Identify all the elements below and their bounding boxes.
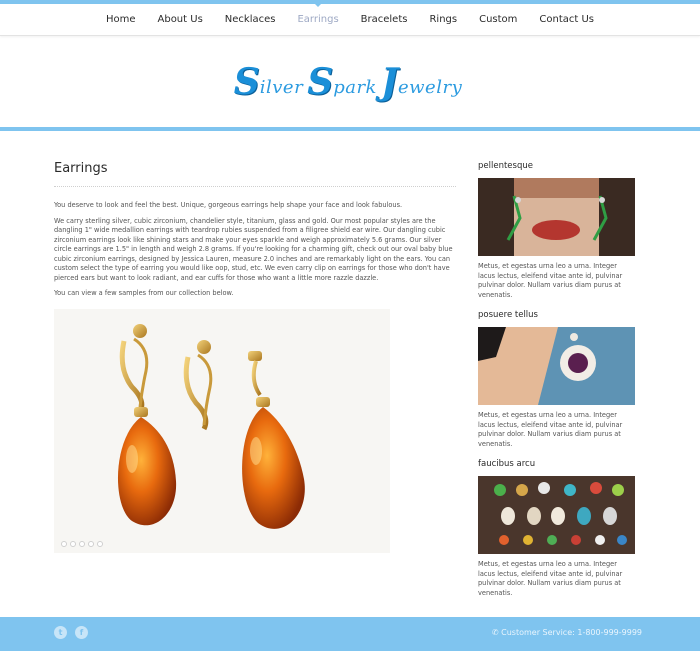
nav-about-us[interactable]: About Us bbox=[147, 4, 214, 36]
site-logo[interactable]: Silver Spark Jewelry bbox=[234, 64, 467, 100]
collection-paragraph: You can view a few samples from our coll… bbox=[54, 289, 234, 297]
phone-icon: ✆ bbox=[491, 628, 502, 637]
sidebar: pellentesque Metus, et egestas urna leo … bbox=[478, 161, 635, 608]
content-area: Earrings You deserve to look and feel th… bbox=[0, 131, 700, 617]
facebook-icon[interactable]: f bbox=[75, 626, 88, 639]
customer-service: ✆ Customer Service: 1-800-999-9999 bbox=[491, 628, 642, 637]
nav-home[interactable]: Home bbox=[95, 4, 147, 36]
main-content: Earrings You deserve to look and feel th… bbox=[54, 161, 456, 553]
nav-contact-us[interactable]: Contact Us bbox=[528, 4, 605, 36]
sidebar-text: Metus, et egestas urna leo a urna. Integ… bbox=[478, 411, 623, 448]
sidebar-image[interactable] bbox=[478, 476, 635, 554]
nav-bracelets[interactable]: Bracelets bbox=[350, 4, 419, 36]
slider-dot[interactable] bbox=[88, 540, 94, 547]
nav-rings[interactable]: Rings bbox=[418, 4, 468, 36]
sidebar-text: Metus, et egestas urna leo a urna. Integ… bbox=[478, 262, 623, 299]
footer: t f ✆ Customer Service: 1-800-999-9999 bbox=[0, 617, 700, 651]
slider-dot[interactable] bbox=[61, 540, 67, 547]
nav-earrings[interactable]: Earrings bbox=[286, 2, 349, 36]
intro-paragraph: You deserve to look and feel the best. U… bbox=[54, 201, 403, 209]
nav-custom[interactable]: Custom bbox=[468, 4, 528, 36]
sidebar-image[interactable] bbox=[478, 327, 635, 405]
slider-dot[interactable] bbox=[70, 540, 76, 547]
earring-slider[interactable] bbox=[54, 308, 390, 553]
slider-dot[interactable] bbox=[79, 540, 85, 547]
logo-area: Silver Spark Jewelry bbox=[0, 36, 700, 127]
page-title: Earrings bbox=[54, 161, 456, 187]
sidebar-title: faucibus arcu bbox=[478, 459, 536, 469]
twitter-icon[interactable]: t bbox=[54, 626, 67, 639]
sidebar-text: Metus, et egestas urna leo a urna. Integ… bbox=[478, 560, 623, 597]
description-paragraph: We carry sterling silver, cubic zirconiu… bbox=[54, 216, 453, 282]
amber-earrings-image bbox=[54, 308, 390, 553]
slider-dots bbox=[61, 540, 103, 547]
sidebar-image[interactable] bbox=[478, 178, 635, 256]
nav-necklaces[interactable]: Necklaces bbox=[214, 4, 287, 36]
sidebar-title: posuere tellus bbox=[478, 310, 538, 320]
slider-dot[interactable] bbox=[97, 540, 103, 547]
main-nav: Home About Us Necklaces Earrings Bracele… bbox=[0, 2, 700, 36]
sidebar-title: pellentesque bbox=[478, 161, 533, 171]
